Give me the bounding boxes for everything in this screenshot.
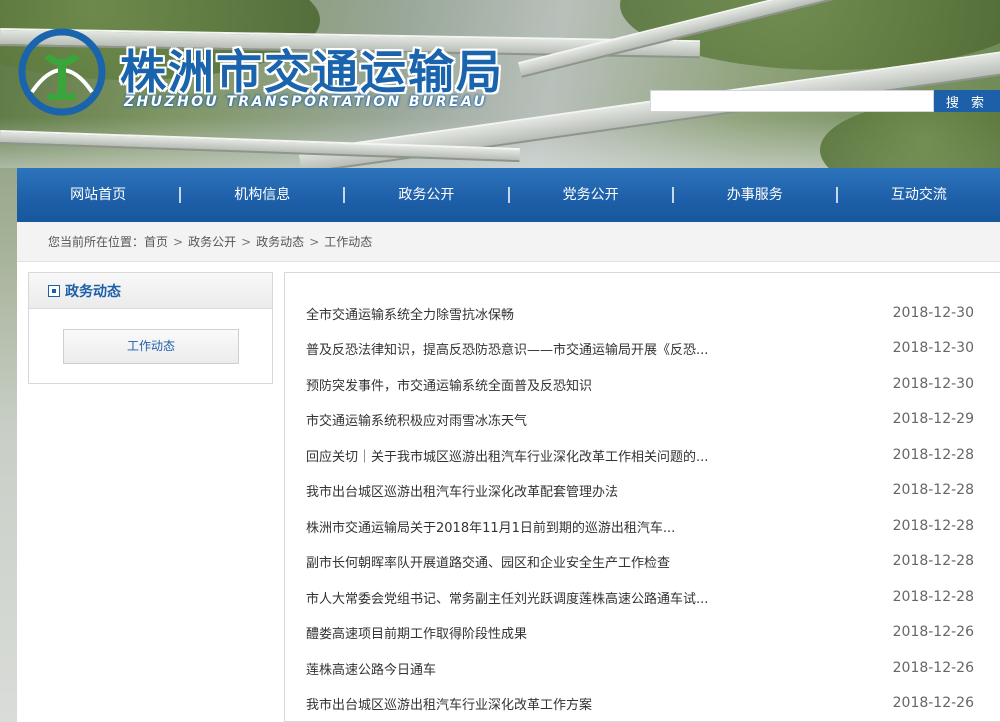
breadcrumb-link-government-news[interactable]: 政务动态 (256, 235, 304, 249)
news-title[interactable]: 回应关切｜关于我市城区巡游出租汽车行业深化改革工作相关问题的... (306, 446, 708, 465)
news-item[interactable]: 全市交通运输系统全力除雪抗冰保畅 2018-12-30 (306, 303, 974, 323)
news-date: 2018-12-29 (892, 411, 974, 427)
news-item[interactable]: 莲株高速公路今日通车 2018-12-26 (306, 658, 974, 678)
news-item[interactable]: 醴娄高速项目前期工作取得阶段性成果 2018-12-26 (306, 622, 974, 642)
news-title[interactable]: 我市出台城区巡游出租汽车行业深化改革工作方案 (306, 694, 592, 713)
news-title[interactable]: 普及反恐法律知识，提高反恐防恐意识——市交通运输局开展《反恐... (306, 339, 708, 358)
sidebar-title: 政务动态 (65, 283, 121, 300)
news-item[interactable]: 我市出台城区巡游出租汽车行业深化改革工作方案 2018-12-26 (306, 693, 974, 713)
news-title[interactable]: 市人大常委会党组书记、常务副主任刘光跃调度莲株高速公路通车试... (306, 588, 708, 607)
header-banner: 株洲市交通运输局 ZHUZHOU TRANSPORTATION BUREAU 搜… (0, 0, 1000, 168)
breadcrumb-separator: > (241, 235, 252, 249)
news-date: 2018-12-28 (892, 553, 974, 569)
news-item[interactable]: 预防突发事件，市交通运输系统全面普及反恐知识 2018-12-30 (306, 374, 974, 394)
news-item[interactable]: 我市出台城区巡游出租汽车行业深化改革配套管理办法 2018-12-28 (306, 480, 974, 500)
news-title[interactable]: 株洲市交通运输局关于2018年11月1日前到期的巡游出租汽车... (306, 517, 675, 536)
breadcrumb-prefix: 您当前所在位置： (48, 235, 145, 249)
news-item[interactable]: 市交通运输系统积极应对雨雪冰冻天气 2018-12-29 (306, 409, 974, 429)
news-date: 2018-12-30 (892, 305, 974, 321)
news-date: 2018-12-28 (892, 482, 974, 498)
news-list: 全市交通运输系统全力除雪抗冰保畅 2018-12-30 普及反恐法律知识，提高反… (284, 272, 1000, 722)
square-bullet-icon (48, 284, 60, 297)
news-item[interactable]: 回应关切｜关于我市城区巡游出租汽车行业深化改革工作相关问题的... 2018-1… (306, 445, 974, 465)
news-date: 2018-12-28 (892, 447, 974, 463)
news-date: 2018-12-26 (892, 624, 974, 640)
search-button[interactable]: 搜 索 (934, 90, 1000, 112)
bureau-logo-icon (18, 28, 106, 116)
news-title[interactable]: 莲株高速公路今日通车 (306, 659, 436, 678)
breadcrumb-separator: > (173, 235, 184, 249)
breadcrumb-current[interactable]: 工作动态 (324, 235, 372, 249)
news-date: 2018-12-26 (892, 695, 974, 711)
content-area: 政务动态 工作动态 全市交通运输系统全力除雪抗冰保畅 2018-12-30 普及… (17, 262, 1000, 722)
site-title: 株洲市交通运输局 (120, 45, 504, 99)
nav-item-government-affairs[interactable]: 政务公开 (345, 168, 507, 222)
news-title[interactable]: 预防突发事件，市交通运输系统全面普及反恐知识 (306, 375, 592, 394)
news-item[interactable]: 株洲市交通运输局关于2018年11月1日前到期的巡游出租汽车... 2018-1… (306, 516, 974, 536)
news-title[interactable]: 我市出台城区巡游出租汽车行业深化改革配套管理办法 (306, 481, 618, 500)
news-title[interactable]: 副市长何朝晖率队开展道路交通、园区和企业安全生产工作检查 (306, 552, 670, 571)
news-item[interactable]: 普及反恐法律知识，提高反恐防恐意识——市交通运输局开展《反恐... 2018-1… (306, 338, 974, 358)
sidebar: 政务动态 工作动态 (28, 272, 273, 384)
nav-item-interaction[interactable]: 互动交流 (838, 168, 1000, 222)
news-date: 2018-12-28 (892, 518, 974, 534)
news-date: 2018-12-28 (892, 589, 974, 605)
breadcrumb: 您当前所在位置：首页 > 政务公开 > 政务动态 > 工作动态 (17, 222, 1000, 262)
search-input[interactable] (650, 90, 934, 112)
nav-item-home[interactable]: 网站首页 (17, 168, 179, 222)
breadcrumb-link-home[interactable]: 首页 (144, 235, 168, 249)
nav-item-party-affairs[interactable]: 党务公开 (510, 168, 672, 222)
news-title[interactable]: 醴娄高速项目前期工作取得阶段性成果 (306, 623, 527, 642)
main-nav: 网站首页 机构信息 政务公开 党务公开 办事服务 互动交流 (17, 168, 1000, 222)
news-date: 2018-12-30 (892, 376, 974, 392)
news-title[interactable]: 全市交通运输系统全力除雪抗冰保畅 (306, 304, 514, 323)
site-subtitle: ZHUZHOU TRANSPORTATION BUREAU (124, 94, 488, 110)
breadcrumb-separator: > (309, 235, 320, 249)
nav-item-services[interactable]: 办事服务 (674, 168, 836, 222)
news-date: 2018-12-30 (892, 340, 974, 356)
nav-item-organization[interactable]: 机构信息 (181, 168, 343, 222)
news-title[interactable]: 市交通运输系统积极应对雨雪冰冻天气 (306, 410, 527, 429)
news-date: 2018-12-26 (892, 660, 974, 676)
sidebar-item-work-news[interactable]: 工作动态 (63, 329, 239, 364)
news-item[interactable]: 副市长何朝晖率队开展道路交通、园区和企业安全生产工作检查 2018-12-28 (306, 551, 974, 571)
breadcrumb-link-government-affairs[interactable]: 政务公开 (188, 235, 236, 249)
news-item[interactable]: 市人大常委会党组书记、常务副主任刘光跃调度莲株高速公路通车试... 2018-1… (306, 587, 974, 607)
sidebar-header: 政务动态 (29, 273, 272, 309)
